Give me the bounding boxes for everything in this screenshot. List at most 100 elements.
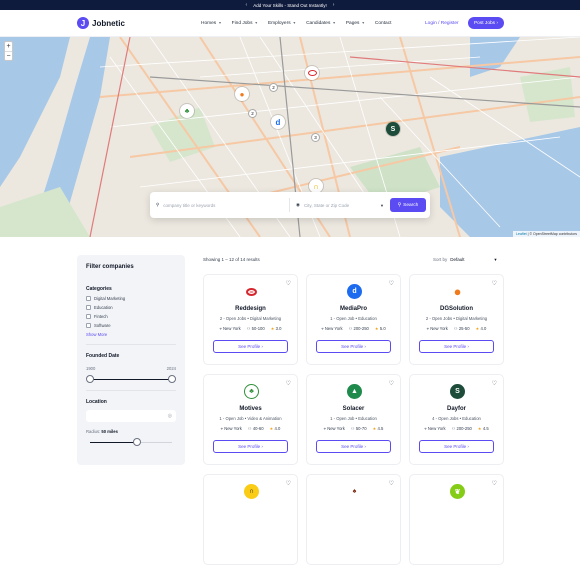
- company-meta: ⌖ New York ⚇ 25-50 ★ 4.0: [426, 326, 487, 331]
- chevron-left-icon[interactable]: ‹: [246, 2, 248, 8]
- see-profile-button[interactable]: See Profile ›: [419, 440, 494, 453]
- star-icon: ★: [477, 426, 482, 431]
- map-marker-mediapro[interactable]: d: [271, 115, 285, 129]
- headset-logo-icon: ∩: [313, 181, 319, 191]
- map-marker-headset[interactable]: ∩: [309, 179, 323, 193]
- map-marker-reddesign[interactable]: [305, 66, 319, 80]
- login-register-link[interactable]: Login / Register: [425, 21, 459, 26]
- location-icon: ⌖: [220, 426, 224, 431]
- map-cluster[interactable]: 3: [311, 133, 320, 142]
- company-card[interactable]: ♡ S Dayfor 4 - Open Jobs • Education ⌖ N…: [409, 374, 504, 465]
- heart-icon[interactable]: ♡: [492, 380, 497, 387]
- category-checkbox[interactable]: Fintech: [86, 314, 176, 319]
- slider-handle[interactable]: [133, 438, 141, 446]
- company-card[interactable]: ♡ ❦: [409, 474, 504, 565]
- heart-icon[interactable]: ♡: [492, 280, 497, 287]
- company-card[interactable]: ♡ ♠: [306, 474, 401, 565]
- heart-icon[interactable]: ♡: [492, 480, 497, 487]
- zoom-out-button[interactable]: −: [5, 51, 12, 60]
- map-marker-dayfor[interactable]: S: [386, 122, 400, 136]
- post-job-button[interactable]: Post Jobs ›: [468, 17, 504, 29]
- checkbox[interactable]: [86, 323, 91, 328]
- team-icon: ⚇: [246, 326, 251, 331]
- map-marker-dgsolution[interactable]: ●: [235, 87, 249, 101]
- category-checkbox[interactable]: Digital Marketing: [86, 296, 176, 301]
- map-marker-motives[interactable]: ♣: [180, 104, 194, 118]
- checkbox[interactable]: [86, 296, 91, 301]
- company-name[interactable]: Solacer: [307, 406, 400, 412]
- map-cluster[interactable]: 2: [269, 83, 278, 92]
- slider-min-handle[interactable]: [86, 375, 94, 383]
- chevron-down-icon: ▼: [292, 21, 297, 25]
- keyword-field[interactable]: ⚲ company title or keywords: [150, 198, 290, 212]
- search-button[interactable]: ⚲ Search: [389, 198, 426, 212]
- checkbox[interactable]: [86, 305, 91, 310]
- company-card[interactable]: ♡ ● DGSolution 2 - Open Jobs • Digital M…: [409, 274, 504, 365]
- sort-dropdown[interactable]: Sort by Default ▼: [433, 257, 498, 262]
- heart-icon[interactable]: ♡: [286, 380, 291, 387]
- company-name[interactable]: DGSolution: [410, 306, 503, 312]
- menu-item-contact[interactable]: Contact: [375, 21, 392, 26]
- heart-icon[interactable]: ♡: [389, 480, 394, 487]
- menu-item-pages[interactable]: Pages ▼: [346, 21, 365, 26]
- team-icon: ⚇: [453, 326, 458, 331]
- osm-attribution: | © OpenStreetMap contributors: [526, 232, 577, 236]
- checkbox[interactable]: [86, 314, 91, 319]
- menu-item-employers[interactable]: Employers ▼: [268, 21, 296, 26]
- location-input[interactable]: ◎: [86, 410, 176, 422]
- caret-down-icon[interactable]: ▼: [380, 203, 384, 208]
- caret-down-icon: ▼: [493, 257, 498, 262]
- see-profile-button[interactable]: See Profile ›: [419, 340, 494, 353]
- company-jobs: 1 - Open Job • Education: [330, 316, 377, 321]
- heart-icon[interactable]: ♡: [286, 480, 291, 487]
- location-field[interactable]: ◉ City, State or Zip Code: [290, 202, 380, 208]
- chevron-right-icon[interactable]: ›: [333, 2, 335, 8]
- d-logo-icon: d: [347, 284, 362, 299]
- announcement-text[interactable]: Add Your Skills - Stand Out Instantly!: [253, 3, 327, 8]
- search-icon: ⚲: [397, 202, 402, 208]
- company-name[interactable]: Dayfor: [410, 406, 503, 412]
- s-logo-icon: S: [390, 125, 396, 133]
- search-icon: ⚲: [156, 202, 160, 207]
- d-logo-icon: d: [275, 117, 281, 127]
- company-name[interactable]: Motives: [204, 406, 297, 412]
- heart-icon[interactable]: ♡: [286, 280, 291, 287]
- zoom-in-button[interactable]: +: [5, 42, 12, 51]
- company-name[interactable]: MediaPro: [307, 306, 400, 312]
- heart-icon[interactable]: ♡: [389, 280, 394, 287]
- crosshair-icon[interactable]: ◎: [168, 413, 172, 419]
- category-checkbox[interactable]: Software: [86, 323, 176, 328]
- company-card[interactable]: ♡ d MediaPro 1 - Open Job • Education ⌖ …: [306, 274, 401, 365]
- oval-logo-icon: [244, 284, 259, 299]
- leaflet-link[interactable]: Leaflet: [516, 232, 527, 236]
- company-card[interactable]: ♡ ∩: [203, 474, 298, 565]
- company-card[interactable]: ♡ ♣ Motives 1 - Open Job • Video & Anima…: [203, 374, 298, 465]
- see-profile-button[interactable]: See Profile ›: [316, 340, 391, 353]
- category-checkbox[interactable]: Education: [86, 305, 176, 310]
- heart-icon[interactable]: ♡: [389, 380, 394, 387]
- see-profile-button[interactable]: See Profile ›: [213, 440, 288, 453]
- location-title: Location: [86, 399, 107, 405]
- tree-logo-icon: ♣: [244, 384, 259, 399]
- menu-item-candidates[interactable]: Candidates ▼: [306, 21, 336, 26]
- company-card[interactable]: ♡ ▲ Solacer 1 - Open Job • Education ⌖ N…: [306, 374, 401, 465]
- mask-logo-icon: ♠: [352, 488, 357, 495]
- brand-logo[interactable]: J Jobnetic: [77, 17, 125, 29]
- star-icon: ★: [270, 326, 275, 331]
- see-profile-button[interactable]: See Profile ›: [316, 440, 391, 453]
- filter-title: Filter companies: [86, 264, 134, 270]
- slider-max-handle[interactable]: [168, 375, 176, 383]
- show-more-link[interactable]: Show More: [86, 332, 176, 337]
- menu-item-homes[interactable]: Homes ▼: [201, 21, 222, 26]
- map-attribution: Leaflet | © OpenStreetMap contributors: [513, 231, 580, 237]
- company-name[interactable]: Reddesign: [204, 306, 297, 312]
- slider-track: [90, 378, 172, 380]
- radius-label: Radius: 50 miles: [86, 429, 118, 434]
- star-icon: ★: [374, 326, 379, 331]
- map-cluster[interactable]: 2: [248, 109, 257, 118]
- founded-range-slider[interactable]: [86, 375, 176, 383]
- menu-item-find-jobs[interactable]: Find Jobs ▼: [232, 21, 258, 26]
- company-card[interactable]: ♡ Reddesign 2 - Open Jobs • Digital Mark…: [203, 274, 298, 365]
- radius-slider[interactable]: [86, 438, 176, 446]
- see-profile-button[interactable]: See Profile ›: [213, 340, 288, 353]
